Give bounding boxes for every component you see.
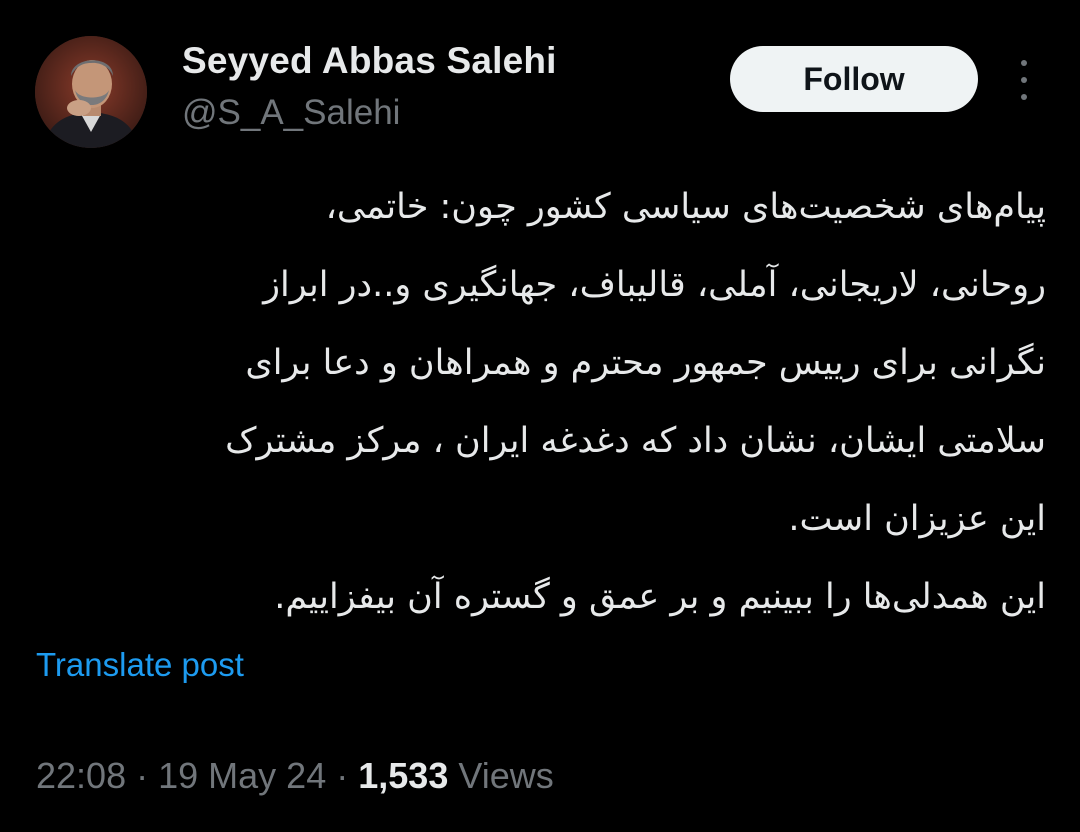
dot [1021,60,1027,66]
avatar-image [35,36,147,148]
author-name[interactable]: Seyyed Abbas Salehi [182,40,557,82]
dot [1021,94,1027,100]
tweet-card: Seyyed Abbas Salehi @S_A_Salehi Follow پ… [0,0,1080,832]
post-line: سلامتی ایشان، نشان داد که دغدغه ایران ، … [225,421,1046,461]
post-line: روحانی، لاریجانی، آملی، قالیباف، جهانگیر… [263,265,1046,305]
post-meta: 22:08 · 19 May 24 · 1,533 Views [36,755,554,797]
avatar[interactable] [35,36,147,148]
post-line: این عزیزان است. [788,499,1046,539]
views-count: 1,533 [358,755,449,796]
follow-button[interactable]: Follow [730,46,978,112]
views-label: Views [458,755,554,796]
post-text: پیام‌های شخصیت‌های سیاسی کشور چون: خاتمی… [36,168,1046,636]
meta-separator: · [136,755,149,796]
meta-separator: · [336,755,349,796]
dot [1021,77,1027,83]
author-handle[interactable]: @S_A_Salehi [182,93,400,133]
post-line: پیام‌های شخصیت‌های سیاسی کشور چون: خاتمی… [325,187,1046,227]
post-line: این همدلی‌ها را ببینیم و بر عمق و گستره … [274,577,1046,617]
post-line: نگرانی برای رییس جمهور محترم و همراهان و… [245,343,1046,383]
more-vertical-icon[interactable] [1012,60,1036,100]
post-date[interactable]: 19 May 24 [158,755,326,796]
post-time[interactable]: 22:08 [36,755,126,796]
translate-post-link[interactable]: Translate post [36,646,244,684]
